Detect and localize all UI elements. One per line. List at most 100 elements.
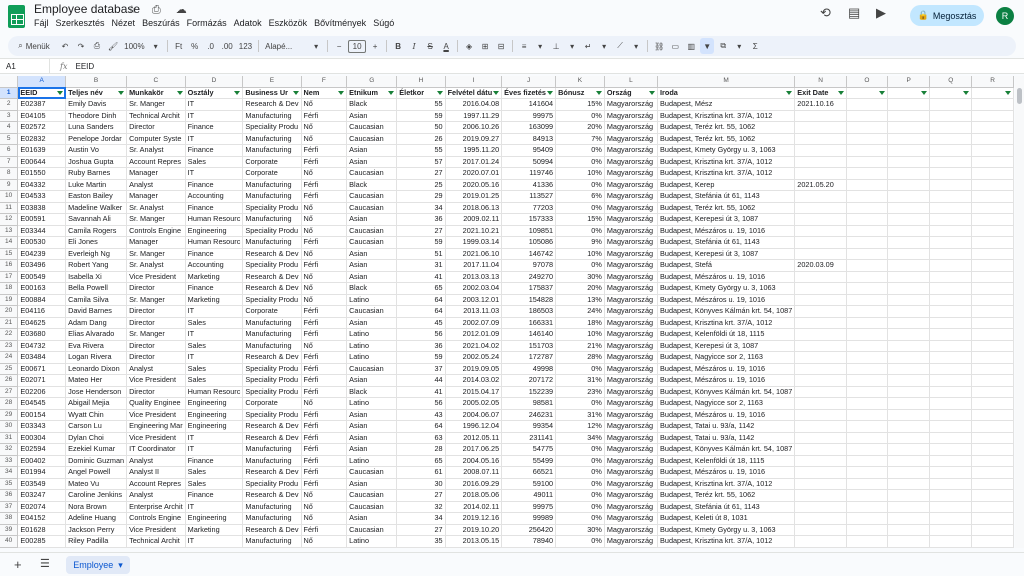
cell[interactable]: 1999.03.14 xyxy=(445,236,503,249)
cell[interactable]: Caucasian xyxy=(346,225,398,238)
cell[interactable]: Budapest, Könyves Kálmán krt. 54, 1087 xyxy=(657,386,796,399)
cell[interactable]: Finance xyxy=(185,144,244,157)
cell[interactable] xyxy=(846,236,888,249)
cell[interactable]: Everleigh Ng xyxy=(65,248,128,261)
cell[interactable]: Asian xyxy=(346,374,398,387)
cell[interactable] xyxy=(846,305,888,318)
cell[interactable]: 119746 xyxy=(501,167,557,180)
cell[interactable] xyxy=(794,432,847,445)
cell[interactable] xyxy=(887,363,931,376)
cell[interactable]: Nő xyxy=(301,202,348,215)
cell[interactable] xyxy=(971,386,1014,399)
cell[interactable]: Research & Dev xyxy=(242,420,302,433)
cell[interactable]: Magyarország xyxy=(604,512,659,525)
cell[interactable] xyxy=(971,225,1014,238)
cell[interactable]: 207172 xyxy=(501,374,557,387)
cell[interactable] xyxy=(794,374,847,387)
cell[interactable]: 41336 xyxy=(501,179,557,192)
cell[interactable]: Marketing xyxy=(185,524,244,537)
cell[interactable]: Latino xyxy=(346,535,398,548)
cell[interactable]: Joshua Gupta xyxy=(65,156,128,169)
cell[interactable]: 13% xyxy=(555,294,605,307)
row-header[interactable]: 21 xyxy=(0,317,19,330)
cell[interactable]: 163099 xyxy=(501,121,557,134)
cell[interactable]: Director xyxy=(126,305,186,318)
row-header[interactable]: 24 xyxy=(0,351,19,364)
cell[interactable]: Finance xyxy=(185,248,244,261)
column-header[interactable]: H xyxy=(396,76,446,88)
cell[interactable]: 246231 xyxy=(501,409,557,422)
menu-item[interactable]: Bővítmények xyxy=(314,18,366,28)
row-header[interactable]: 10 xyxy=(0,190,19,203)
row-header[interactable]: 22 xyxy=(0,328,19,341)
cell[interactable]: 51 xyxy=(396,248,446,261)
cell[interactable]: IT xyxy=(185,547,244,548)
header-cell[interactable] xyxy=(887,87,931,100)
cell[interactable] xyxy=(846,420,888,433)
cell[interactable]: Magyarország xyxy=(604,98,659,111)
row-header[interactable]: 13 xyxy=(0,225,19,238)
cell[interactable]: 9% xyxy=(555,236,605,249)
cell[interactable]: Research & Dev xyxy=(242,489,302,502)
cell[interactable] xyxy=(929,340,973,353)
row-header[interactable]: 15 xyxy=(0,248,19,261)
cell[interactable] xyxy=(971,363,1014,376)
cell[interactable]: 10% xyxy=(555,248,605,261)
cell[interactable] xyxy=(794,248,847,261)
cell[interactable] xyxy=(846,190,888,203)
header-cell[interactable] xyxy=(846,87,888,100)
cell[interactable] xyxy=(929,397,973,410)
cell[interactable]: Manufacturing xyxy=(242,190,302,203)
cell[interactable]: E00402 xyxy=(17,455,67,468)
bold-button[interactable]: B xyxy=(391,38,405,54)
cell[interactable] xyxy=(887,259,931,272)
cell[interactable]: 0% xyxy=(555,512,605,525)
cell[interactable]: IT xyxy=(185,133,244,146)
cell[interactable]: Férfi xyxy=(301,374,348,387)
cell[interactable]: 49998 xyxy=(501,363,557,376)
cell[interactable]: Vice President xyxy=(126,271,186,284)
cell[interactable]: Nő xyxy=(301,167,348,180)
cell[interactable]: Latino xyxy=(346,351,398,364)
cell[interactable]: 0% xyxy=(555,535,605,548)
increase-decimal-button[interactable]: .00 xyxy=(220,38,235,54)
cell[interactable] xyxy=(929,363,973,376)
cell[interactable]: E00154 xyxy=(17,409,67,422)
cell[interactable] xyxy=(887,455,931,468)
cell[interactable]: 2004.05.16 xyxy=(445,455,503,468)
header-cell[interactable] xyxy=(929,87,973,100)
cell[interactable] xyxy=(887,478,931,491)
cell[interactable] xyxy=(846,167,888,180)
chevron-down-icon[interactable]: ▾ xyxy=(565,38,579,54)
cell[interactable]: Budapest, Teréz krt. 55, 1062 xyxy=(657,121,796,134)
cell[interactable] xyxy=(929,478,973,491)
cell[interactable]: Penelope Jordar xyxy=(65,133,128,146)
cell[interactable]: E03838 xyxy=(17,202,67,215)
cell[interactable]: 78940 xyxy=(501,535,557,548)
cell[interactable] xyxy=(887,271,931,284)
cell[interactable] xyxy=(887,213,931,226)
cell[interactable]: Director xyxy=(126,317,186,330)
cell[interactable]: 175837 xyxy=(501,282,557,295)
cell[interactable] xyxy=(794,167,847,180)
cell[interactable]: Nő xyxy=(301,489,348,502)
cell[interactable]: 1996.12.04 xyxy=(445,420,503,433)
header-cell[interactable]: Ország xyxy=(604,87,659,100)
cell[interactable]: Férfi xyxy=(301,190,348,203)
cell[interactable]: 2021.05.20 xyxy=(794,179,847,192)
cell[interactable]: 2008.07.11 xyxy=(445,466,503,479)
cell[interactable] xyxy=(846,455,888,468)
cell[interactable]: Engineering xyxy=(185,409,244,422)
cell[interactable] xyxy=(846,478,888,491)
cell[interactable]: 0% xyxy=(555,202,605,215)
cell[interactable]: 65 xyxy=(396,455,446,468)
cell[interactable]: Asian xyxy=(346,271,398,284)
cell[interactable] xyxy=(971,340,1014,353)
cell[interactable] xyxy=(846,144,888,157)
column-header[interactable]: B xyxy=(65,76,128,88)
cell[interactable]: Corporate xyxy=(242,305,302,318)
cell[interactable]: 64 xyxy=(396,305,446,318)
cell[interactable] xyxy=(929,386,973,399)
column-header[interactable]: N xyxy=(794,76,847,88)
cell[interactable]: Asian xyxy=(346,213,398,226)
